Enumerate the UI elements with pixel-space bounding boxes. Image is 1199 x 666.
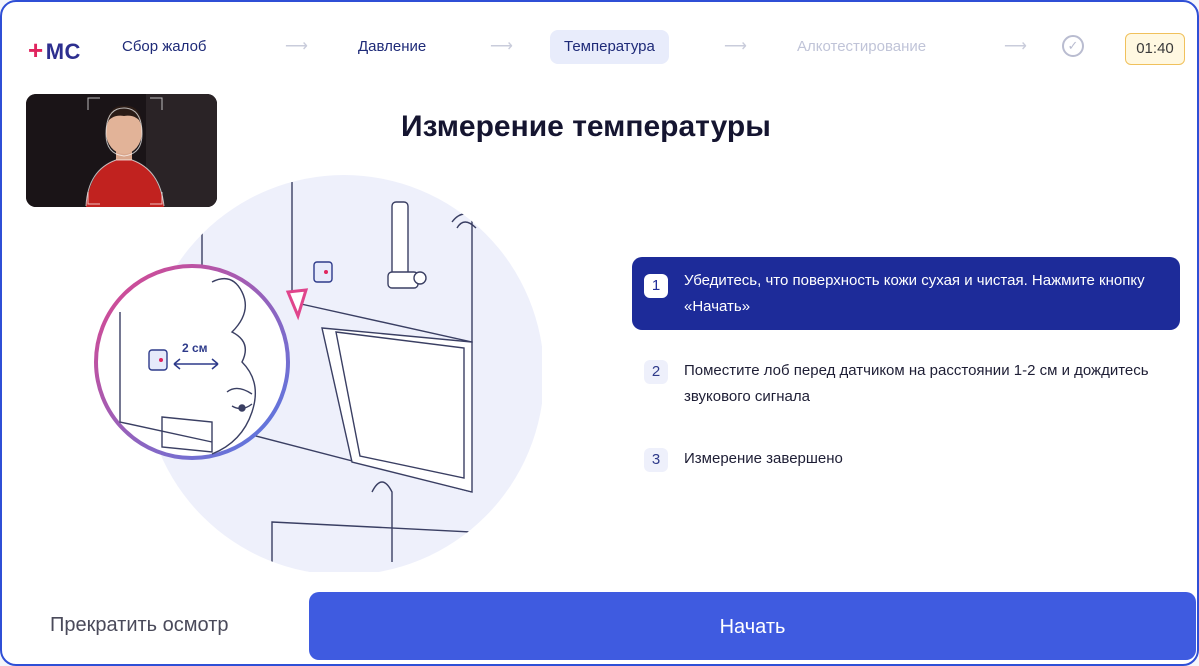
zoom-circle [94,264,290,460]
instruction-step-2: 2 Поместите лоб перед датчиком на рассто… [632,358,1180,418]
sensor-dot [159,358,163,362]
start-button[interactable]: Начать [309,592,1196,660]
distance-label: 2 см [182,341,208,355]
instruction-text: Убедитесь, что поверхность кожи сухая и … [684,272,1145,315]
illustration: 2 см [94,175,542,572]
instruction-number: 3 [644,448,668,472]
step-pressure: Давление [358,38,427,55]
instruction-text: Измерение завершено [684,450,843,467]
step-arrow-icon: ⟶ [490,38,513,55]
step-arrow-icon: ⟶ [1004,38,1027,55]
instruction-number: 1 [644,274,668,298]
check-circle-icon: ✓ [1062,35,1084,57]
timer: 01:40 [1125,33,1185,65]
stop-exam-button[interactable]: Прекратить осмотр [50,614,229,637]
progress-header: +МС Сбор жалоб ⟶ Давление ⟶ Температура … [2,2,1197,94]
app-frame: +МС Сбор жалоб ⟶ Давление ⟶ Температура … [0,0,1199,666]
page-title: Измерение температуры [401,110,771,143]
instruction-text: Поместите лоб перед датчиком на расстоян… [684,362,1149,405]
step-alcohol-test: Алкотестирование [797,38,927,55]
instruction-number: 2 [644,360,668,384]
sensor-icon [148,349,168,371]
step-arrow-icon: ⟶ [724,38,747,55]
step-complaints: Сбор жалоб [122,38,207,55]
step-temperature: Температура [550,30,669,64]
instruction-step-3: 3 Измерение завершено [632,446,1180,476]
instruction-step-1: 1 Убедитесь, что поверхность кожи сухая … [632,257,1180,330]
step-arrow-icon: ⟶ [285,38,308,55]
logo: +МС [28,35,81,65]
